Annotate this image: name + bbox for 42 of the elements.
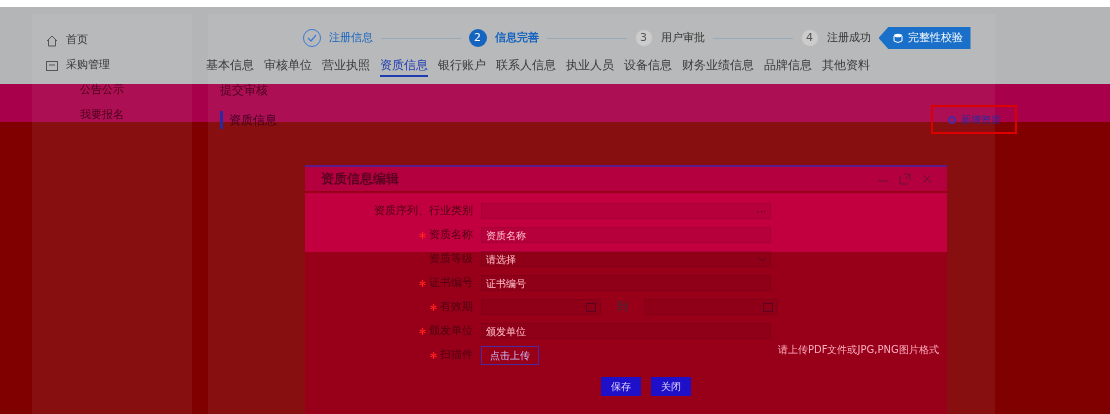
check-button[interactable]: 完整性校验 — [878, 26, 971, 50]
tab[interactable]: 其他资料 — [822, 56, 870, 77]
step-label: 注册成功 — [826, 29, 871, 46]
tab[interactable]: 审核单位 — [264, 56, 312, 77]
upload-button[interactable]: 点击上传 — [481, 345, 539, 365]
tab[interactable]: 基本信息 — [206, 56, 254, 77]
step-number: 2 — [468, 29, 487, 47]
step-number: 4 — [800, 29, 819, 47]
maximize-icon[interactable] — [899, 173, 911, 185]
step-number: 3 — [634, 29, 653, 47]
tab[interactable]: 设备信息 — [624, 56, 672, 77]
field-label: 证书编号 — [429, 274, 473, 291]
tab[interactable]: 品牌信息 — [764, 56, 812, 77]
database-icon — [892, 32, 904, 44]
dialog-button[interactable]: 保存 — [601, 377, 641, 396]
upload-hint: 请上传PDF文件或JPG,PNG图片格式 — [778, 343, 940, 356]
step-label: 注册信息 — [328, 29, 373, 46]
field-label: 资质序列、行业类别 — [374, 202, 473, 219]
tab[interactable]: 资质信息 — [380, 56, 428, 77]
calendar-icon — [763, 302, 773, 312]
dialog-title: 资质信息编辑 — [321, 170, 399, 189]
field-label: 扫描件 — [440, 346, 473, 363]
step-label: 信息完善 — [494, 29, 539, 46]
dialog-button[interactable]: 关闭 — [651, 377, 691, 396]
field-label: 资质等级 — [429, 250, 473, 267]
close-icon[interactable] — [921, 173, 933, 185]
chevron-icon — [758, 256, 766, 262]
calendar-icon — [586, 302, 596, 312]
step-label: 用户审批 — [660, 29, 705, 46]
field-label: 颁发单位 — [429, 322, 473, 339]
field-label: 资质名称 — [429, 226, 473, 243]
home-icon — [46, 34, 58, 47]
folder-icon — [46, 60, 58, 71]
tab[interactable]: 联系人信息 — [496, 56, 556, 77]
range-separator: 到 — [616, 298, 629, 315]
tab[interactable]: 营业执照 — [322, 56, 370, 77]
sidebar-item[interactable]: 采购管理 — [66, 57, 110, 74]
tab[interactable]: 银行账户 — [438, 56, 486, 77]
tab[interactable]: 执业人员 — [566, 56, 614, 77]
field-label: 有效期 — [440, 298, 473, 315]
tab[interactable]: 财务业绩信息 — [682, 56, 754, 77]
sidebar-item[interactable]: 首页 — [66, 32, 88, 49]
